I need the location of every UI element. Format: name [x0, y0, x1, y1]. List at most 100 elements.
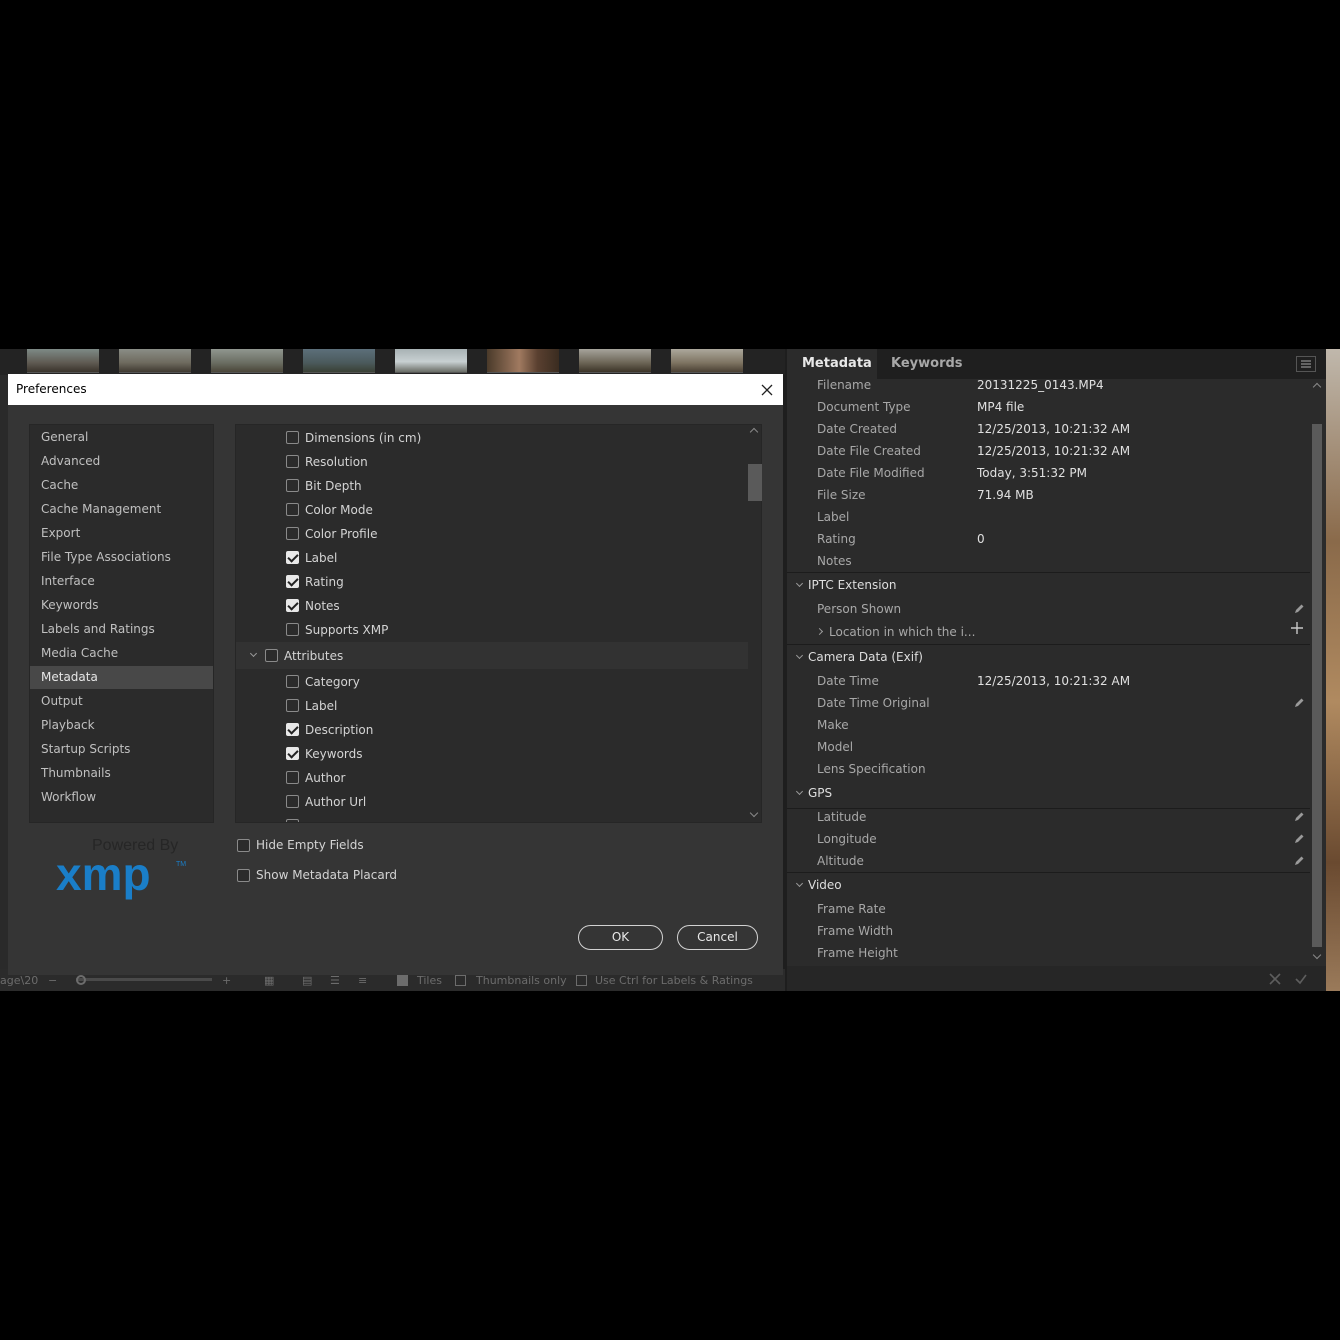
- tiles-checkbox[interactable]: [397, 975, 408, 986]
- tab-keywords[interactable]: Keywords: [877, 349, 967, 379]
- video-section[interactable]: Video: [808, 878, 842, 892]
- nav-item-output[interactable]: Output: [30, 690, 213, 713]
- chevron-right-icon[interactable]: [815, 627, 824, 636]
- field-checkbox[interactable]: [286, 699, 299, 712]
- attributes-group-row[interactable]: Attributes: [247, 644, 727, 668]
- nav-item-thumbnails[interactable]: Thumbnails: [30, 762, 213, 785]
- nav-item-keywords[interactable]: Keywords: [30, 594, 213, 617]
- field-checkbox[interactable]: [286, 503, 299, 516]
- close-icon[interactable]: [755, 378, 779, 402]
- chevron-down-icon[interactable]: [249, 649, 258, 658]
- pencil-icon[interactable]: [1293, 603, 1305, 615]
- nav-item-startup-scripts[interactable]: Startup Scripts: [30, 738, 213, 761]
- nav-item-media-cache[interactable]: Media Cache: [30, 642, 213, 665]
- nav-item-workflow[interactable]: Workflow: [30, 786, 213, 809]
- list-scrollbar[interactable]: [747, 424, 763, 823]
- pencil-icon[interactable]: [1293, 855, 1305, 867]
- metadata-field-row[interactable]: Dimensions (in cm): [286, 426, 716, 450]
- show-metadata-placard-checkbox[interactable]: [237, 869, 250, 882]
- panel-scrollbar[interactable]: [1310, 379, 1324, 964]
- metadata-field-row[interactable]: Color Mode: [286, 498, 716, 522]
- thumbnail[interactable]: [27, 349, 99, 373]
- scroll-down-icon[interactable]: [1312, 950, 1322, 960]
- gps-section[interactable]: GPS: [808, 786, 832, 800]
- scroll-up-icon[interactable]: [749, 427, 759, 437]
- nav-item-export[interactable]: Export: [30, 522, 213, 545]
- metadata-field-row[interactable]: Resolution: [286, 450, 716, 474]
- chevron-down-icon[interactable]: [795, 579, 804, 588]
- nav-item-interface[interactable]: Interface: [30, 570, 213, 593]
- nav-item-playback[interactable]: Playback: [30, 714, 213, 737]
- field-checkbox[interactable]: [286, 623, 299, 636]
- metadata-field-row[interactable]: Label: [286, 694, 716, 718]
- field-checkbox[interactable]: [286, 551, 299, 564]
- cancel-edit-icon[interactable]: [1268, 972, 1282, 986]
- zoom-slider[interactable]: [76, 978, 212, 981]
- pencil-icon[interactable]: [1293, 833, 1305, 845]
- thumbnail-view-icon[interactable]: ▤: [302, 974, 312, 987]
- scroll-down-icon[interactable]: [749, 808, 759, 818]
- nav-item-cache[interactable]: Cache: [30, 474, 213, 497]
- camera-data-section[interactable]: Camera Data (Exif): [808, 650, 923, 664]
- tab-metadata[interactable]: Metadata: [787, 349, 877, 379]
- add-icon[interactable]: [1290, 621, 1304, 635]
- nav-item-file-type-associations[interactable]: File Type Associations: [30, 546, 213, 569]
- pencil-icon[interactable]: [1293, 811, 1305, 823]
- apply-edit-icon[interactable]: [1294, 972, 1308, 986]
- field-checkbox[interactable]: [286, 723, 299, 736]
- use-ctrl-checkbox[interactable]: [576, 975, 587, 986]
- list-view-icon[interactable]: ≡: [358, 974, 367, 987]
- pencil-icon[interactable]: [1293, 697, 1305, 709]
- details-view-icon[interactable]: ☰: [330, 974, 340, 987]
- field-checkbox[interactable]: [286, 795, 299, 808]
- field-checkbox[interactable]: [286, 599, 299, 612]
- scroll-thumb[interactable]: [748, 464, 762, 501]
- zoom-in-icon[interactable]: +: [222, 974, 231, 987]
- zoom-out-icon[interactable]: −: [48, 974, 57, 987]
- iptc-extension-section[interactable]: IPTC Extension: [808, 578, 897, 592]
- nav-item-advanced[interactable]: Advanced: [30, 450, 213, 473]
- hide-empty-fields-checkbox[interactable]: [237, 839, 250, 852]
- field-checkbox[interactable]: [286, 747, 299, 760]
- metadata-field-row[interactable]: Bit Depth: [286, 474, 716, 498]
- nav-item-general[interactable]: General: [30, 426, 213, 449]
- nav-item-cache-management[interactable]: Cache Management: [30, 498, 213, 521]
- field-checkbox[interactable]: [286, 771, 299, 784]
- panel-menu-icon[interactable]: [1296, 356, 1316, 372]
- metadata-field-row[interactable]: Author: [286, 766, 716, 790]
- metadata-field-row[interactable]: Description: [286, 718, 716, 742]
- thumbnail[interactable]: [119, 349, 191, 373]
- field-checkbox[interactable]: [286, 527, 299, 540]
- metadata-field-row[interactable]: Notes: [286, 594, 716, 618]
- ok-button[interactable]: OK: [578, 925, 663, 950]
- thumbnail[interactable]: [303, 349, 375, 373]
- metadata-field-row[interactable]: Supports XMP: [286, 618, 716, 642]
- scroll-thumb[interactable]: [1312, 424, 1322, 947]
- nav-item-metadata[interactable]: Metadata: [30, 666, 213, 689]
- metadata-field-row[interactable]: Author Url: [286, 790, 716, 814]
- field-checkbox[interactable]: [286, 431, 299, 444]
- metadata-field-row[interactable]: Keywords: [286, 742, 716, 766]
- field-checkbox-partial[interactable]: [286, 819, 299, 822]
- group-checkbox[interactable]: [265, 649, 278, 662]
- thumbnails-only-checkbox[interactable]: [455, 975, 466, 986]
- field-checkbox[interactable]: [286, 479, 299, 492]
- nav-item-labels-and-ratings[interactable]: Labels and Ratings: [30, 618, 213, 641]
- metadata-field-row[interactable]: Label: [286, 546, 716, 570]
- metadata-field-row[interactable]: Color Profile: [286, 522, 716, 546]
- thumbnail[interactable]: [671, 349, 743, 373]
- field-checkbox[interactable]: [286, 575, 299, 588]
- zoom-slider-handle[interactable]: [76, 975, 86, 985]
- chevron-down-icon[interactable]: [795, 787, 804, 796]
- cancel-button[interactable]: Cancel: [677, 925, 758, 950]
- metadata-field-row[interactable]: Category: [286, 670, 716, 694]
- thumbnail[interactable]: [395, 349, 467, 373]
- thumbnail[interactable]: [579, 349, 651, 373]
- field-checkbox[interactable]: [286, 675, 299, 688]
- metadata-field-row[interactable]: Rating: [286, 570, 716, 594]
- chevron-down-icon[interactable]: [795, 879, 804, 888]
- thumbnail[interactable]: [211, 349, 283, 373]
- thumbnail[interactable]: [487, 349, 559, 373]
- chevron-down-icon[interactable]: [795, 651, 804, 660]
- grid-view-icon[interactable]: ▦: [264, 974, 274, 987]
